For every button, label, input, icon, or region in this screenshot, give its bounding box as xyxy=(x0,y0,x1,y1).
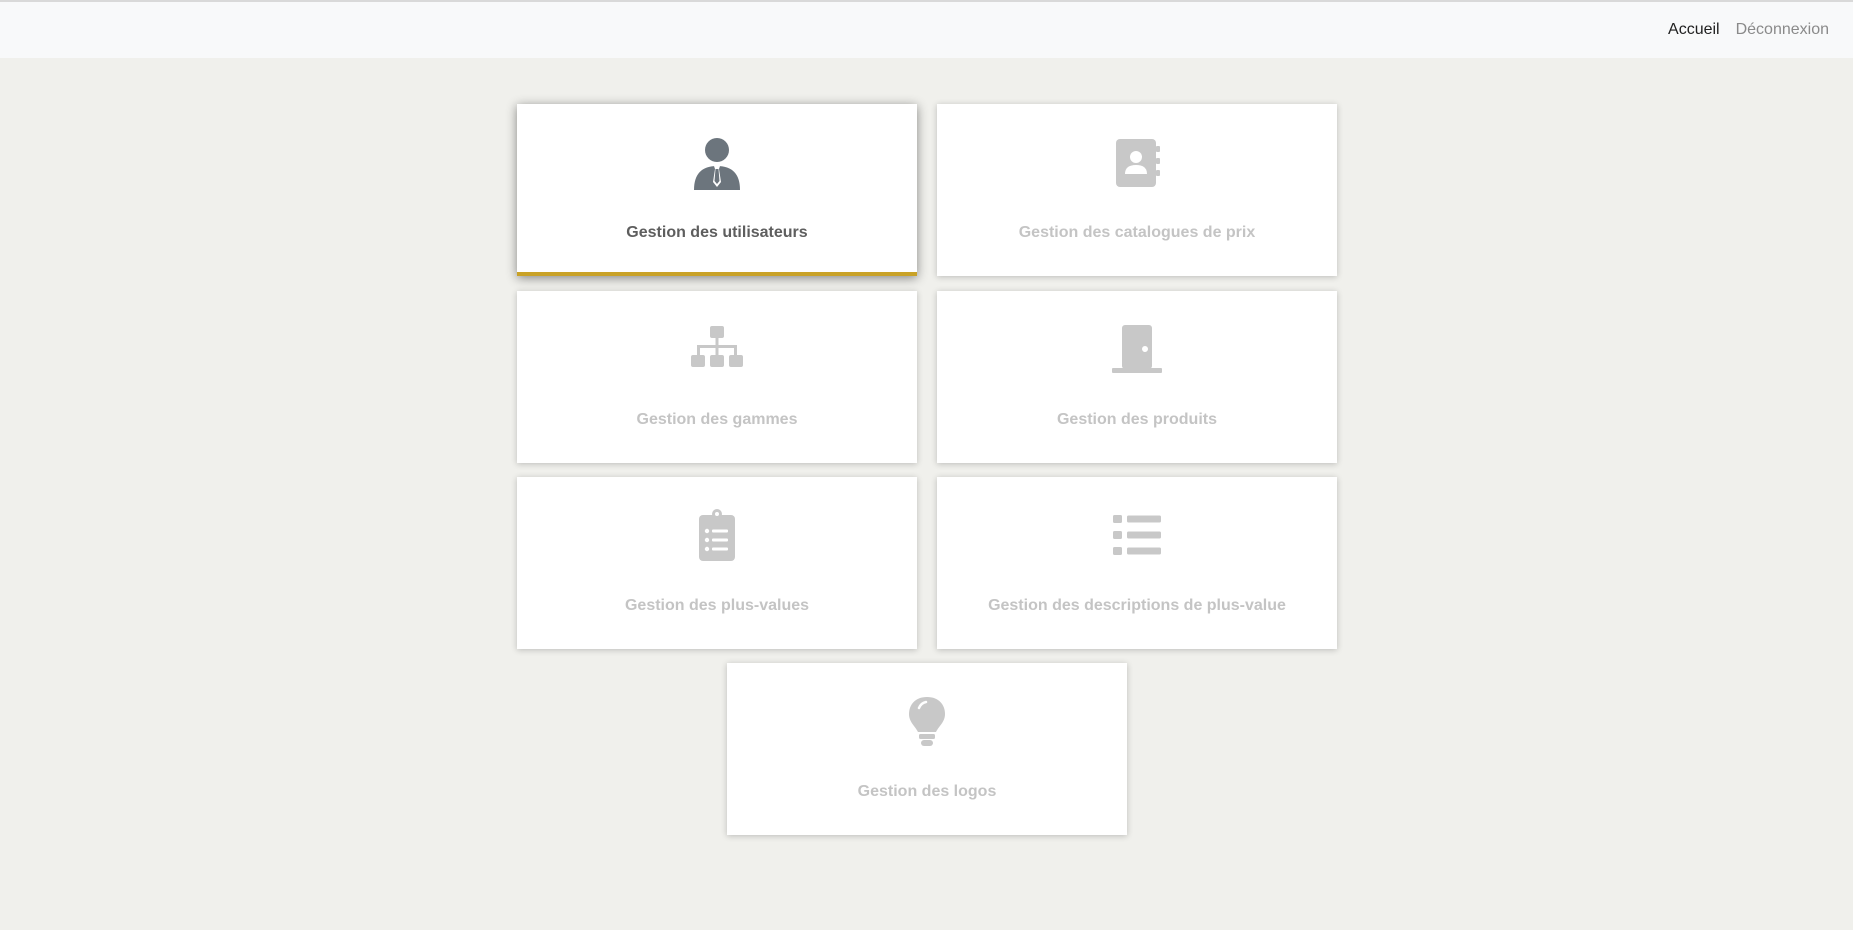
tile-plus-value-management[interactable]: Gestion des plus-values xyxy=(517,477,917,649)
tile-label: Gestion des produits xyxy=(1056,411,1217,428)
address-book-icon xyxy=(1110,136,1164,190)
tile-label: Gestion des catalogues de prix xyxy=(1018,224,1256,241)
tile-range-management[interactable]: Gestion des gammes xyxy=(517,291,917,463)
door-closed-icon xyxy=(1110,323,1164,377)
tile-label: Gestion des descriptions de plus-value xyxy=(988,597,1286,614)
nav-home-link[interactable]: Accueil xyxy=(1668,21,1720,39)
tile-logo-management[interactable]: Gestion des logos xyxy=(727,663,1127,835)
tile-price-catalogue-management[interactable]: Gestion des catalogues de prix xyxy=(937,104,1337,276)
top-navbar: Accueil Déconnexion xyxy=(0,0,1853,58)
user-tie-icon xyxy=(690,136,744,190)
tile-user-management[interactable]: Gestion des utilisateurs xyxy=(517,104,917,276)
tile-label: Gestion des utilisateurs xyxy=(626,224,808,241)
tile-label: Gestion des plus-values xyxy=(624,597,810,614)
sitemap-icon xyxy=(690,323,744,377)
tile-label: Gestion des gammes xyxy=(636,411,798,428)
clipboard-list-icon xyxy=(690,509,744,563)
lightbulb-icon xyxy=(900,695,954,749)
tile-label: Gestion des logos xyxy=(857,783,997,800)
list-icon xyxy=(1110,509,1164,563)
tile-plus-value-description-management[interactable]: Gestion des descriptions de plus-value xyxy=(937,477,1337,649)
nav-links: Accueil Déconnexion xyxy=(1668,21,1829,39)
nav-logout-link[interactable]: Déconnexion xyxy=(1736,21,1829,39)
tile-product-management[interactable]: Gestion des produits xyxy=(937,291,1337,463)
